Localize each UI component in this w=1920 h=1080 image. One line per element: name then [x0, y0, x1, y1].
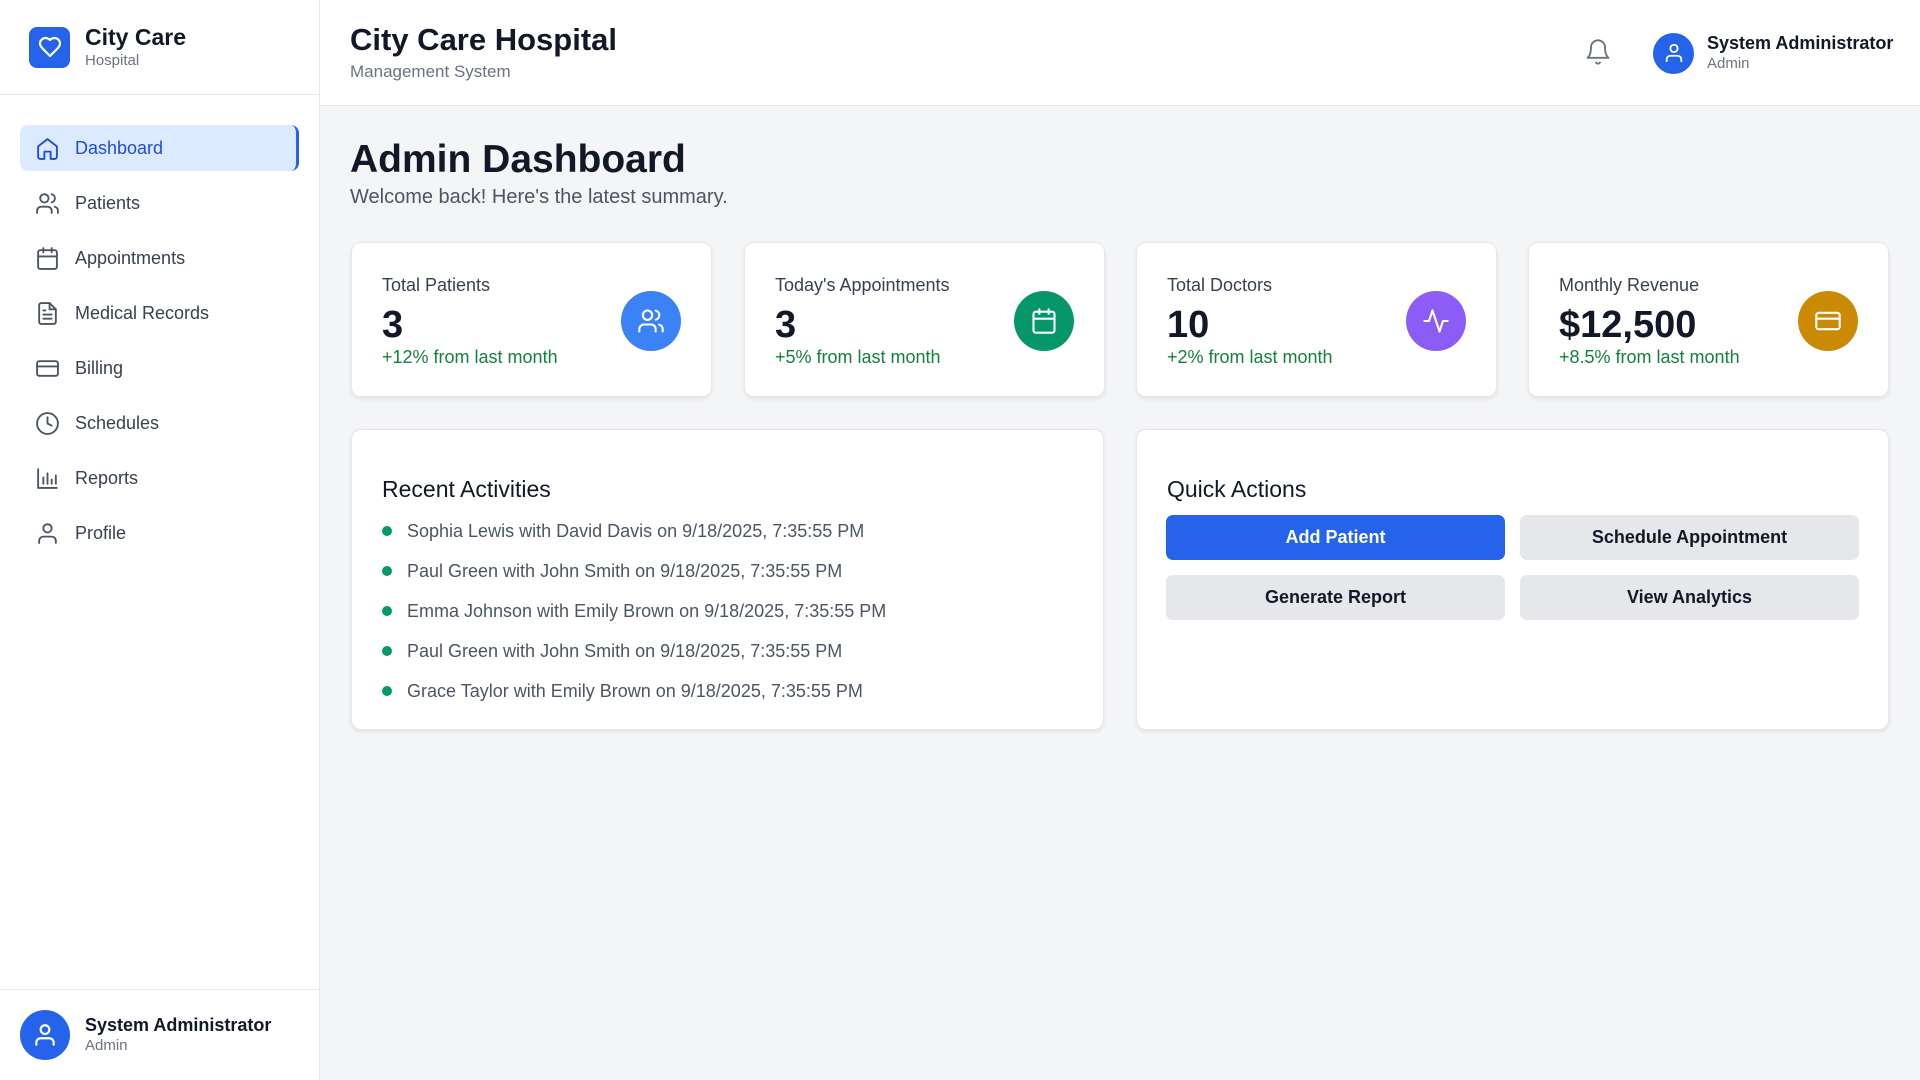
header-subtitle: Management System [350, 62, 511, 81]
user-icon [1665, 43, 1682, 63]
sidebar-item-reports[interactable]: Reports [20, 455, 299, 501]
stat-label: Monthly Revenue [1559, 275, 1700, 295]
sidebar-item-billing[interactable]: Billing [20, 345, 299, 391]
sidebar-item-label: Schedules [75, 412, 160, 433]
brand-name: City Care [85, 24, 186, 50]
sidebar-item-patients[interactable]: Patients [20, 180, 299, 226]
brand: City Care Hospital [0, 0, 319, 95]
stat-label: Total Doctors [1167, 275, 1273, 295]
page-subtitle: Welcome back! Here's the latest summary. [350, 186, 728, 208]
list-item: Emma Johnson with Emily Brown on 9/18/20… [382, 591, 886, 631]
stat-value: 10 [1167, 304, 1210, 346]
activity-text: Emma Johnson with Emily Brown on 9/18/20… [407, 600, 887, 621]
recent-activities-card: Recent Activities Sophia Lewis with Davi… [351, 429, 1104, 730]
stat-change: +12% from last month [382, 347, 558, 367]
card-title: Quick Actions [1167, 476, 1307, 502]
list-item: Sophia Lewis with David Davis on 9/18/20… [382, 511, 886, 551]
sidebar-item-label: Reports [75, 467, 139, 488]
sidebar-user[interactable]: System Administrator Admin [0, 989, 320, 1080]
user-name: System Administrator [1707, 33, 1894, 53]
sidebar: City Care Hospital Dashboard Patients Ap… [0, 0, 320, 1080]
stat-card-todays-appointments: Today's Appointments 3 +5% from last mon… [744, 242, 1105, 397]
stat-value: 3 [775, 304, 797, 346]
home-icon [37, 137, 58, 160]
brand-subtitle: Hospital [85, 52, 140, 69]
header-user-menu[interactable]: System Administrator Admin [1653, 32, 1893, 74]
sidebar-nav: Dashboard Patients Appointments Medical … [0, 95, 319, 556]
quick-actions-card: Quick Actions Add Patient Schedule Appoi… [1136, 429, 1889, 730]
card-title: Recent Activities [382, 476, 551, 502]
credit-card-icon [36, 359, 59, 377]
sidebar-item-label: Medical Records [75, 302, 210, 323]
avatar [1653, 32, 1694, 74]
status-dot [382, 566, 392, 576]
users-icon [36, 192, 59, 214]
list-item: Paul Green with John Smith on 9/18/2025,… [382, 551, 886, 591]
avatar [20, 1010, 70, 1060]
sidebar-item-label: Profile [75, 522, 127, 543]
sidebar-item-schedules[interactable]: Schedules [20, 400, 299, 446]
stat-change: +8.5% from last month [1559, 347, 1740, 367]
stat-card-total-patients: Total Patients 3 +12% from last month [351, 242, 712, 397]
sidebar-item-label: Appointments [75, 247, 186, 268]
credit-card-icon [1798, 291, 1858, 351]
status-dot [382, 646, 392, 656]
bar-chart-icon [37, 467, 58, 489]
stat-change: +5% from last month [775, 347, 941, 367]
status-dot [382, 526, 392, 536]
stat-value: 3 [382, 304, 404, 346]
activity-text: Paul Green with John Smith on 9/18/2025,… [407, 560, 843, 581]
clock-icon [36, 411, 59, 435]
bell-icon[interactable] [1584, 37, 1612, 67]
stat-label: Today's Appointments [775, 275, 950, 295]
page-title: Admin Dashboard [350, 138, 686, 181]
user-role: Admin [85, 1037, 128, 1054]
stat-value: $12,500 [1559, 304, 1697, 346]
list-item: Grace Taylor with Emily Brown on 9/18/20… [382, 671, 886, 711]
sidebar-item-dashboard[interactable]: Dashboard [20, 125, 299, 171]
stat-label: Total Patients [382, 275, 491, 295]
view-analytics-button[interactable]: View Analytics [1520, 575, 1859, 620]
add-patient-button[interactable]: Add Patient [1166, 515, 1505, 560]
sidebar-item-appointments[interactable]: Appointments [20, 235, 299, 281]
stat-card-total-doctors: Total Doctors 10 +2% from last month [1136, 242, 1497, 397]
calendar-icon [37, 246, 58, 270]
list-item: Paul Green with John Smith on 9/18/2025,… [382, 631, 886, 671]
user-icon [35, 1024, 55, 1046]
calendar-icon [1014, 291, 1074, 351]
sidebar-item-medical-records[interactable]: Medical Records [20, 290, 299, 336]
sidebar-item-label: Dashboard [75, 137, 164, 158]
activity-icon [1406, 291, 1466, 351]
user-name: System Administrator [85, 1015, 272, 1035]
sidebar-item-label: Patients [75, 192, 141, 213]
user-role: Admin [1707, 55, 1750, 72]
stat-change: +2% from last month [1167, 347, 1333, 367]
activity-list: Sophia Lewis with David Davis on 9/18/20… [382, 511, 886, 711]
generate-report-button[interactable]: Generate Report [1166, 575, 1505, 620]
users-icon [621, 291, 681, 351]
document-icon [38, 301, 57, 325]
activity-text: Grace Taylor with Emily Brown on 9/18/20… [407, 680, 863, 701]
activity-text: Paul Green with John Smith on 9/18/2025,… [407, 640, 843, 661]
stat-card-monthly-revenue: Monthly Revenue $12,500 +8.5% from last … [1528, 242, 1889, 397]
sidebar-item-label: Billing [75, 357, 124, 378]
status-dot [382, 606, 392, 616]
header-title: City Care Hospital [350, 22, 618, 57]
status-dot [382, 686, 392, 696]
top-header: City Care Hospital Management System Sys… [320, 0, 1920, 106]
sidebar-item-profile[interactable]: Profile [20, 510, 299, 556]
user-icon [38, 522, 57, 544]
activity-text: Sophia Lewis with David Davis on 9/18/20… [407, 520, 865, 541]
schedule-appointment-button[interactable]: Schedule Appointment [1520, 515, 1859, 560]
heart-icon [29, 26, 70, 68]
